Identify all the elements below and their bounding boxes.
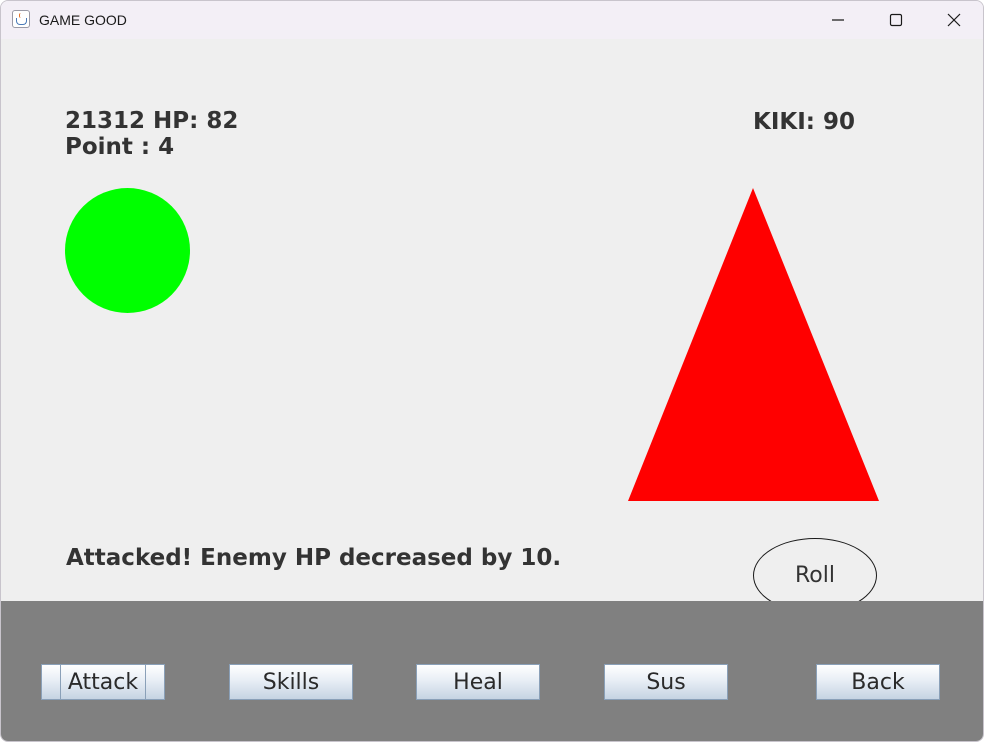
- java-app-icon: [12, 10, 30, 28]
- sus-button-label: Sus: [646, 669, 686, 695]
- back-button[interactable]: Back: [816, 664, 940, 700]
- back-button-label: Back: [851, 669, 905, 695]
- enemy-triangle-sprite: [628, 188, 879, 501]
- roll-button-label: Roll: [795, 563, 835, 588]
- close-button[interactable]: [925, 1, 983, 39]
- attack-button[interactable]: Attack: [41, 664, 165, 700]
- heal-button-label: Heal: [453, 669, 503, 695]
- window-title: GAME GOOD: [39, 12, 127, 28]
- sus-button[interactable]: Sus: [604, 664, 728, 700]
- game-window: GAME GOOD 21312 HP: 82 Point : 4 KIKI: 9…: [0, 0, 984, 742]
- maximize-icon: [889, 13, 903, 27]
- skills-button-label: Skills: [262, 669, 320, 695]
- minimize-icon: [832, 19, 844, 21]
- battle-message: Attacked! Enemy HP decreased by 10.: [66, 545, 562, 571]
- player-hp-label: 21312 HP: 82: [65, 108, 239, 134]
- maximize-button[interactable]: [867, 1, 925, 39]
- skills-button[interactable]: Skills: [229, 664, 353, 700]
- minimize-button[interactable]: [809, 1, 867, 39]
- player-circle-sprite: [65, 188, 190, 313]
- player-points-label: Point : 4: [65, 134, 175, 160]
- attack-button-label: Attack: [67, 669, 139, 695]
- close-icon: [947, 13, 961, 27]
- enemy-hp-label: KIKI: 90: [753, 109, 855, 135]
- heal-button[interactable]: Heal: [416, 664, 540, 700]
- title-bar: GAME GOOD: [1, 1, 983, 39]
